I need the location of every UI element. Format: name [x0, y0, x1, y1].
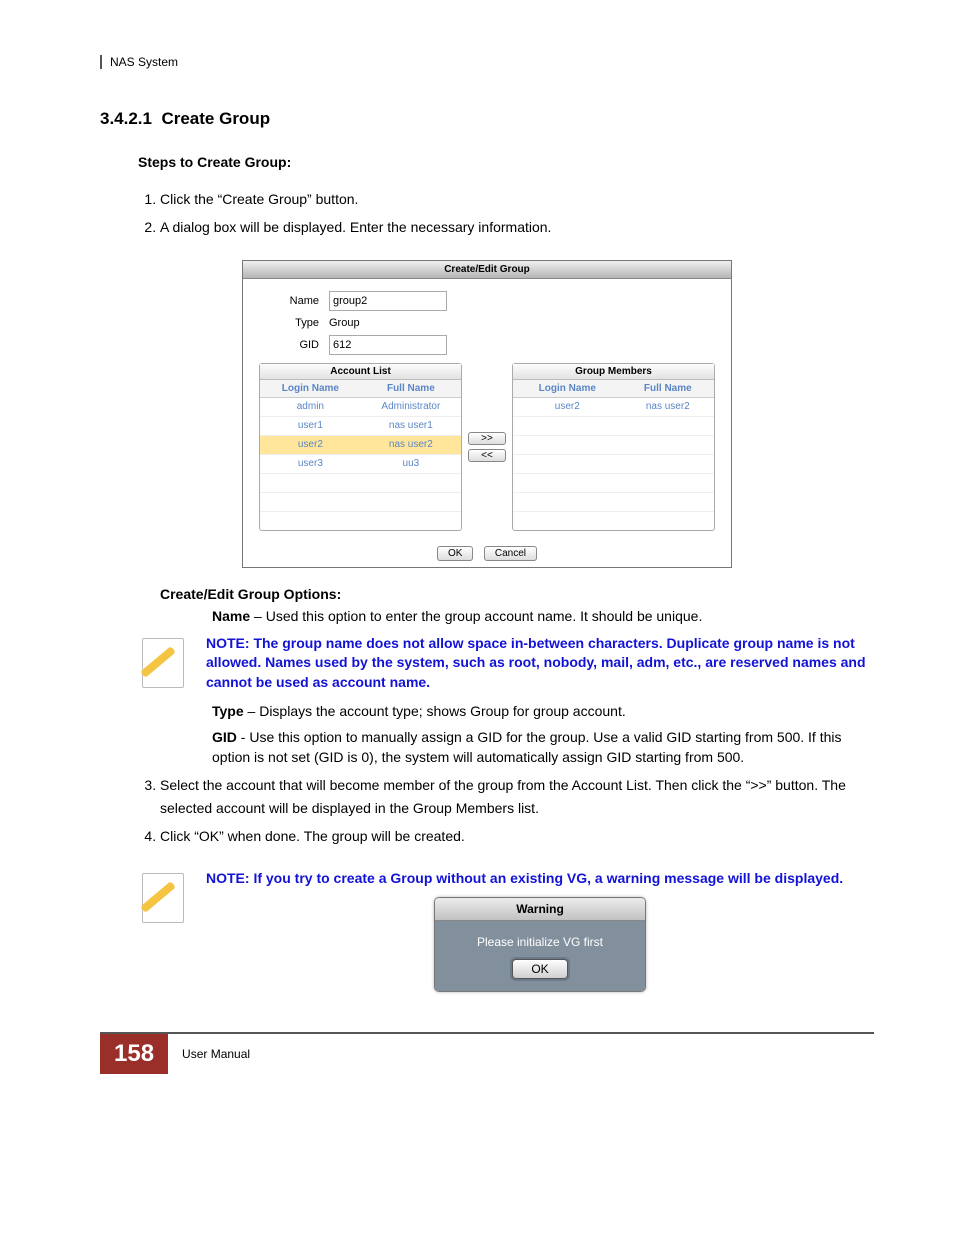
page-number: 158 — [100, 1034, 168, 1074]
dialog-title: Create/Edit Group — [243, 261, 731, 279]
create-edit-group-dialog: Create/Edit Group Name Type Group GID Ac… — [242, 260, 732, 568]
add-to-group-button[interactable]: >> — [468, 432, 506, 445]
table-row: .. — [513, 511, 714, 530]
option-name-text: – Used this option to enter the group ac… — [250, 608, 702, 624]
note-2-text: NOTE: If you try to create a Group witho… — [206, 869, 874, 889]
option-type-label: Type — [212, 703, 244, 719]
remove-from-group-button[interactable]: << — [468, 449, 506, 462]
col-login: Login Name — [513, 380, 622, 398]
note-2: NOTE: If you try to create a Group witho… — [136, 869, 874, 992]
table-row: user2nas user2 — [260, 435, 461, 454]
option-gid-text: - Use this option to manually assign a G… — [212, 729, 842, 765]
table-row: .. — [513, 435, 714, 454]
cancel-button[interactable]: Cancel — [484, 546, 537, 561]
table-row: user2nas user2 — [513, 397, 714, 416]
option-type: Type – Displays the account type; shows … — [212, 701, 874, 721]
col-login: Login Name — [260, 380, 361, 398]
group-members-title: Group Members — [513, 364, 714, 380]
group-members-panel: Group Members Login Name Full Name user2… — [512, 363, 715, 531]
option-gid-label: GID — [212, 729, 237, 745]
steps-list-bottom: Select the account that will become memb… — [138, 774, 874, 849]
name-input[interactable] — [329, 291, 447, 311]
table-row: user3uu3 — [260, 454, 461, 473]
ok-button[interactable]: OK — [437, 546, 473, 561]
table-row: .. — [513, 492, 714, 511]
col-full: Full Name — [622, 380, 714, 398]
table-row: .. — [513, 454, 714, 473]
options-heading: Create/Edit Group Options: — [160, 586, 874, 602]
table-row: .. — [260, 492, 461, 511]
step-2: A dialog box will be displayed. Enter th… — [160, 216, 874, 240]
steps-list-top: Click the “Create Group” button. A dialo… — [138, 188, 874, 240]
type-value: Group — [329, 317, 360, 329]
product-name: NAS System — [110, 55, 178, 69]
table-row: user1nas user1 — [260, 416, 461, 435]
step-4: Click “OK” when done. The group will be … — [160, 825, 874, 849]
page-header: NAS System — [100, 55, 874, 69]
option-name: Name – Used this option to enter the gro… — [212, 606, 874, 626]
table-row: .. — [513, 416, 714, 435]
account-list-table[interactable]: Login Name Full Name adminAdministrator … — [260, 380, 461, 530]
option-name-label: Name — [212, 608, 250, 624]
table-row: adminAdministrator — [260, 397, 461, 416]
footer-label: User Manual — [182, 1047, 250, 1061]
note-1-text: NOTE: The group name does not allow spac… — [206, 634, 874, 693]
note-1: NOTE: The group name does not allow spac… — [136, 634, 874, 693]
table-row: .. — [260, 511, 461, 530]
group-members-table[interactable]: Login Name Full Name user2nas user2 .. .… — [513, 380, 714, 530]
name-label: Name — [259, 295, 319, 307]
step-1: Click the “Create Group” button. — [160, 188, 874, 212]
type-label: Type — [259, 317, 319, 329]
col-full: Full Name — [361, 380, 461, 398]
gid-input[interactable] — [329, 335, 447, 355]
table-row: .. — [260, 473, 461, 492]
account-list-panel: Account List Login Name Full Name adminA… — [259, 363, 462, 531]
option-type-text: – Displays the account type; shows Group… — [244, 703, 626, 719]
warning-message: Please initialize VG first — [443, 935, 637, 949]
note-icon — [136, 634, 192, 690]
steps-heading: Steps to Create Group: — [138, 154, 874, 170]
account-list-title: Account List — [260, 364, 461, 380]
option-gid: GID - Use this option to manually assign… — [212, 727, 874, 768]
warning-ok-button[interactable]: OK — [512, 959, 567, 979]
warning-dialog: Warning Please initialize VG first OK — [434, 897, 646, 992]
section-title: Create Group — [161, 109, 270, 128]
note-icon — [136, 869, 192, 925]
section-heading: 3.4.2.1 Create Group — [100, 109, 874, 129]
page-footer: 158 User Manual — [100, 1032, 874, 1074]
section-number: 3.4.2.1 — [100, 109, 152, 128]
warning-title: Warning — [435, 898, 645, 921]
gid-label: GID — [259, 339, 319, 351]
step-3: Select the account that will become memb… — [160, 774, 874, 822]
table-row: .. — [513, 473, 714, 492]
